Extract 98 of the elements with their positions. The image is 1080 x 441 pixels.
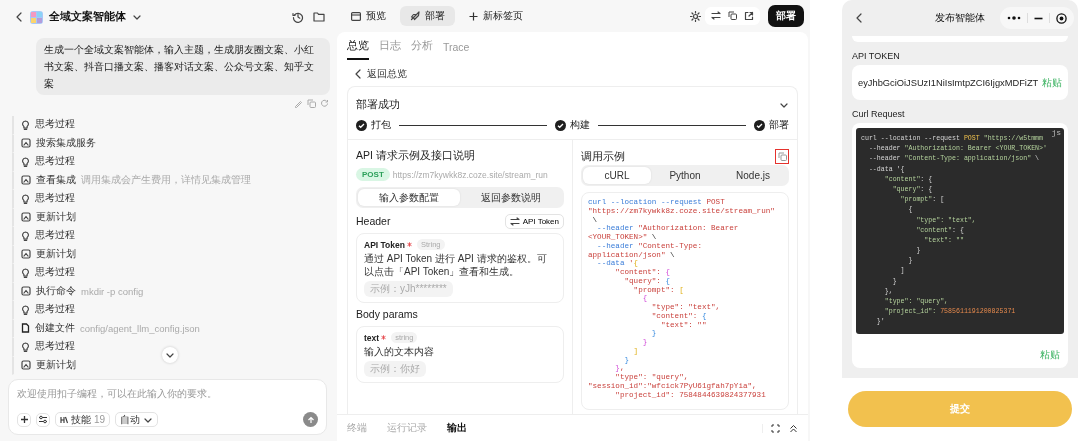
step-label[interactable]: 执行命令	[36, 284, 76, 298]
step-label[interactable]: 思考过程	[35, 155, 75, 169]
more-icon[interactable]	[1007, 15, 1021, 21]
language-tab[interactable]: cURL	[583, 167, 651, 184]
param-example: 示例：yJh********	[364, 281, 453, 297]
method-tag: POST	[356, 168, 390, 181]
back-icon[interactable]	[14, 11, 24, 23]
step-label[interactable]: 创建文件	[35, 321, 75, 335]
lightbulb-icon	[21, 230, 30, 241]
language-tab[interactable]: Node.js	[719, 167, 787, 184]
fullscreen-icon[interactable]	[771, 423, 780, 433]
language-tab[interactable]: Python	[651, 167, 719, 184]
back-icon[interactable]	[854, 12, 864, 24]
segment-tab[interactable]: 返回参数说明	[460, 189, 562, 206]
skills-button[interactable]: 技能 19	[55, 412, 111, 427]
rocket-icon	[410, 11, 420, 21]
send-button[interactable]	[303, 412, 318, 427]
step-label[interactable]: 查看集成	[36, 173, 76, 187]
panel-tab[interactable]: 输出	[447, 421, 467, 435]
panel-icon	[21, 286, 31, 297]
swap-icon[interactable]	[711, 11, 721, 20]
section-title: 调用示例	[581, 149, 625, 164]
close-icon[interactable]	[1056, 12, 1067, 24]
field-label: API TOKEN	[852, 51, 901, 61]
step-detail: mkdir -p config	[81, 285, 144, 297]
swap-icon[interactable]	[509, 217, 520, 226]
lightbulb-icon	[21, 341, 30, 352]
section-title: Body params	[356, 308, 419, 322]
stage-label: 部署	[769, 118, 789, 132]
skill-count: 19	[94, 414, 106, 425]
param-description: 输入的文本内容	[364, 345, 435, 358]
window-icon	[351, 11, 361, 21]
lightbulb-icon	[21, 156, 30, 167]
stage-label: 打包	[371, 118, 391, 132]
panel-icon	[21, 212, 31, 223]
deploy-button[interactable]: 部署	[768, 5, 804, 27]
sliders-icon	[38, 415, 48, 424]
param-name: API Token	[364, 239, 405, 250]
token-value: eyJhbGciOiJSUzI1NiIsImtpZCI6IjgxMDFiZT	[858, 77, 1038, 88]
step-detail: 调用集成会产生费用，详情见集成管理	[81, 173, 251, 187]
status-title: 部署成功	[356, 98, 400, 112]
panel-icon	[21, 175, 31, 186]
panel-icon	[21, 138, 31, 149]
plus-icon	[469, 11, 478, 21]
minimize-icon[interactable]	[1034, 16, 1043, 20]
panel-icon	[21, 249, 31, 260]
step-label[interactable]: 思考过程	[35, 266, 75, 280]
step-label[interactable]: 思考过程	[35, 192, 75, 206]
param-example: 示例：你好	[364, 361, 426, 377]
language-tag: js	[1051, 128, 1061, 137]
user-message: 生成一个全域文案智能体，输入主题，生成朋友圈文案、小红书文案、抖音口播文案、播客对话文案、公众号文案、知乎文案	[36, 38, 330, 95]
step-label[interactable]: 思考过程	[35, 303, 75, 317]
page-title: 发布智能体	[935, 11, 985, 25]
step-label[interactable]: 思考过程	[35, 340, 75, 354]
step-label[interactable]: 更新计划	[36, 247, 76, 261]
step-label[interactable]: 思考过程	[35, 118, 75, 132]
step-detail: config/agent_llm_config.json	[80, 322, 200, 334]
collapse-icon[interactable]	[789, 423, 798, 433]
endpoint-url: https://zm7kywkk8z.coze.site/stream_run	[392, 169, 548, 180]
field-label: Curl Request	[852, 109, 906, 119]
lightbulb-icon	[21, 267, 30, 278]
tab[interactable]: 预览	[341, 6, 396, 26]
settings-button[interactable]	[36, 412, 50, 427]
app-logo-icon	[30, 10, 43, 24]
token-field[interactable]: eyJhbGciOiJSUzI1NiIsImtpZCI6IjgxMDFiZT 粘贴	[852, 65, 1068, 100]
panel-icon	[21, 360, 31, 371]
plus-icon	[19, 415, 29, 424]
agent-title: 全域文案智能体	[49, 10, 126, 24]
stage-label: 构建	[570, 118, 590, 132]
tab[interactable]: 部署	[400, 6, 455, 26]
param-description: 通过 API Token 进行 API 请求的鉴权。可以点击「API Token」查看和生成。	[364, 252, 548, 278]
folder-icon[interactable]	[313, 11, 325, 22]
lightbulb-icon	[21, 193, 30, 204]
lightbulb-icon	[21, 119, 30, 130]
back-link[interactable]: 返回总览	[367, 67, 407, 81]
arrow-up-icon	[306, 415, 315, 424]
section-title: Header	[356, 214, 391, 229]
mode-dropdown[interactable]: 自动	[115, 412, 159, 427]
section-title: API 请求示例及接口说明	[356, 149, 476, 163]
chat-input[interactable]: 欢迎使用扣子编程，可以在此输入你的要求。	[17, 388, 318, 399]
sun-icon[interactable]	[690, 10, 701, 22]
param-name: text	[364, 332, 380, 343]
step-label[interactable]: 思考过程	[35, 229, 75, 243]
external-link-icon[interactable]	[744, 11, 754, 21]
step-label[interactable]: 更新计划	[36, 210, 76, 224]
copy-icon[interactable]	[728, 11, 737, 20]
step-label[interactable]: 更新计划	[36, 358, 76, 372]
segment-tab[interactable]: 输入参数配置	[358, 189, 460, 206]
tab[interactable]: 新标签页	[459, 6, 533, 26]
skill-icon	[60, 415, 68, 424]
history-icon[interactable]	[292, 11, 304, 23]
api-token-button[interactable]: API Token	[504, 214, 564, 229]
file-icon	[21, 323, 30, 334]
back-icon[interactable]	[353, 68, 363, 80]
lightbulb-icon	[21, 304, 30, 315]
step-label[interactable]: 搜索集成服务	[36, 136, 96, 150]
tab[interactable]: 总览	[347, 39, 369, 60]
add-button[interactable]	[17, 412, 31, 427]
